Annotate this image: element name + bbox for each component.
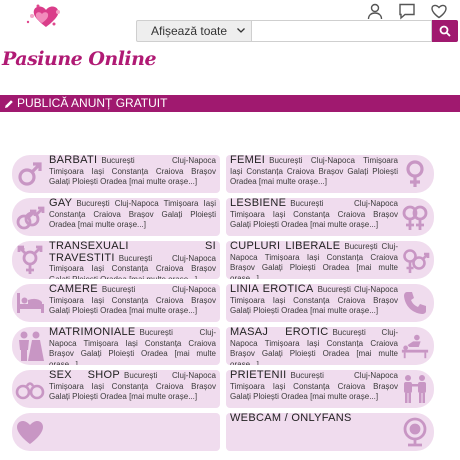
category-text [49, 413, 216, 425]
category-title: LINIA EROTICA [230, 284, 314, 295]
category-title: LESBIENE [230, 198, 287, 209]
massage-icon [400, 330, 430, 362]
search-input[interactable] [252, 20, 432, 42]
category-card-femei[interactable]: FEMEI București Cluj-Napoca Timișoara Iaș… [226, 155, 434, 193]
male-symbol-icon [15, 158, 45, 190]
search-button[interactable] [432, 20, 458, 42]
hearts-logo-icon [26, 4, 60, 27]
category-title: GAY [49, 198, 73, 209]
category-title: FEMEI [230, 155, 266, 166]
transgender-symbol-icon [15, 244, 45, 276]
category-card-cupluri-liberale[interactable]: CUPLURI LIBERALE București Cluj-Napoca Ti… [226, 241, 434, 279]
search-icon [439, 25, 451, 37]
more-cities-link[interactable]: [mai multe orașe...] [129, 177, 197, 186]
category-card-matrimoniale[interactable]: MATRIMONIALE București Cluj-Napoca Timișo… [12, 327, 220, 365]
more-cities-link[interactable]: [mai multe orașe...] [310, 306, 378, 315]
category-card-linia-erotica[interactable]: LINIA EROTICA București Cluj-Napoca Timiș… [226, 284, 434, 322]
wedding-couple-icon [15, 330, 45, 362]
bed-icon [15, 287, 45, 319]
search-bar: Afișează toate [136, 20, 458, 42]
category-title: SEX SHOP [49, 370, 121, 381]
heart-icon[interactable] [430, 2, 448, 20]
webcam-icon [400, 416, 430, 448]
handcuffs-icon [15, 373, 45, 405]
more-cities-link[interactable]: [mai multe orașe...] [129, 275, 197, 280]
lesbian-symbol-icon [400, 201, 430, 233]
user-icon[interactable] [366, 2, 384, 20]
category-card-sex-shop[interactable]: SEX SHOP București Cluj-Napoca Timișoara … [12, 370, 220, 408]
category-text: FEMEI București Cluj-Napoca Timișoara Iaș… [230, 155, 398, 188]
category-text: MASAJ EROTIC București Cluj-Napoca Timișo… [230, 327, 398, 365]
category-card-camere[interactable]: CAMERE București Cluj-Napoca Timișoara Ia… [12, 284, 220, 322]
category-text: SEX SHOP București Cluj-Napoca Timișoara … [49, 370, 216, 403]
category-text: LESBIENE București Cluj-Napoca Timișoara … [230, 198, 398, 231]
logo-text: Pasiune Online [2, 48, 157, 70]
female-symbol-icon [400, 158, 430, 190]
more-cities-link[interactable]: [mai multe orașe...] [310, 220, 378, 229]
category-text: PRIETENII București Cluj-Napoca Timișoara… [230, 370, 398, 403]
category-card-masaj-erotic[interactable]: MASAJ EROTIC București Cluj-Napoca Timișo… [226, 327, 434, 365]
friends-icon [400, 373, 430, 405]
header: Pasiune Online Afișează toate [0, 0, 460, 95]
gay-symbol-icon [15, 201, 45, 233]
category-select-wrap: Afișează toate [136, 20, 252, 42]
post-free-ad-button[interactable]: PUBLICĂ ANUNȚ GRATUIT [0, 95, 460, 112]
category-text: CUPLURI LIBERALE București Cluj-Napoca Ti… [230, 241, 398, 279]
category-text: LINIA EROTICA București Cluj-Napoca Timiș… [230, 284, 398, 317]
more-cities-link[interactable]: [mai multe orașe...] [129, 392, 197, 401]
category-text: BARBATI București Cluj-Napoca Timișoara I… [49, 155, 216, 188]
couples-symbol-icon [400, 244, 430, 276]
post-free-ad-label: PUBLICĂ ANUNȚ GRATUIT [17, 96, 168, 110]
more-cities-link[interactable]: [mai multe orașe...] [310, 392, 378, 401]
category-title: CAMERE [49, 284, 98, 295]
site-logo[interactable]: Pasiune Online [2, 2, 157, 74]
category-card-prietenii[interactable]: PRIETENII București Cluj-Napoca Timișoara… [226, 370, 434, 408]
category-card-gay[interactable]: GAY București Cluj-Napoca Timișoara Iași … [12, 198, 220, 236]
top-icons [366, 2, 448, 20]
category-card-empty[interactable] [12, 413, 220, 451]
category-title: WEBCAM / ONLYFANS [230, 413, 352, 424]
more-cities-link[interactable]: [mai multe orașe...] [129, 306, 197, 315]
more-cities-link[interactable]: [mai multe orașe...] [259, 177, 327, 186]
category-text: WEBCAM / ONLYFANS [230, 413, 398, 425]
category-title: MATRIMONIALE [49, 327, 136, 338]
pencil-icon [5, 99, 13, 108]
more-cities-link[interactable]: [mai multe orașe...] [78, 220, 146, 229]
category-card-webcam-onlyfans[interactable]: WEBCAM / ONLYFANS [226, 413, 434, 451]
phone-icon [400, 287, 430, 319]
category-card-barbati[interactable]: BARBATI București Cluj-Napoca Timișoara I… [12, 155, 220, 193]
category-title: CUPLURI LIBERALE [230, 241, 341, 252]
category-text: CAMERE București Cluj-Napoca Timișoara Ia… [49, 284, 216, 317]
category-text: MATRIMONIALE București Cluj-Napoca Timișo… [49, 327, 216, 365]
category-card-transexuali-si-travestiti[interactable]: TRANSEXUALI SI TRAVESTITI București Cluj-… [12, 241, 220, 279]
category-title: BARBATI [49, 155, 98, 166]
heart-icon [15, 416, 45, 448]
category-text: GAY București Cluj-Napoca Timișoara Iași … [49, 198, 216, 231]
message-icon[interactable] [398, 2, 416, 20]
category-title: MASAJ EROTIC [230, 327, 329, 338]
category-title: PRIETENII [230, 370, 287, 381]
category-text: TRANSEXUALI SI TRAVESTITI București Cluj-… [49, 241, 216, 279]
category-card-lesbiene[interactable]: LESBIENE București Cluj-Napoca Timișoara … [226, 198, 434, 236]
category-select[interactable]: Afișează toate [136, 20, 252, 42]
